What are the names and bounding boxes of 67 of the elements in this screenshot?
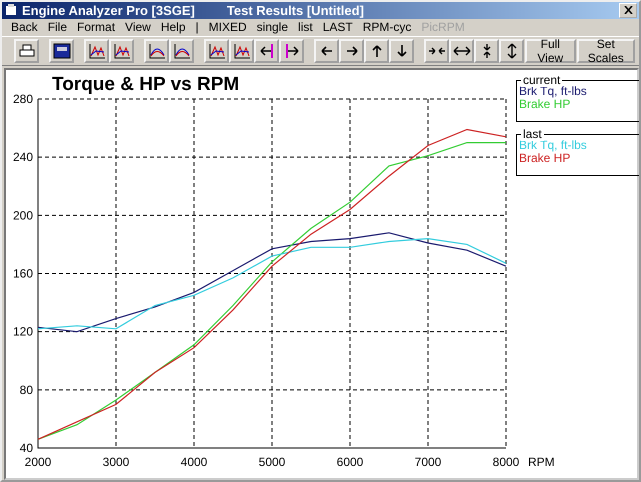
expand-horizontal-button[interactable] xyxy=(449,39,474,63)
chart-button[interactable] xyxy=(204,39,229,63)
legend-entry: Brk Tq, ft-lbs xyxy=(519,85,588,98)
arrow-left-button[interactable] xyxy=(314,39,339,63)
chart-button[interactable] xyxy=(109,39,134,63)
chart-button[interactable] xyxy=(229,39,254,63)
printer-icon xyxy=(18,43,36,59)
x-tick-label: 2000 xyxy=(24,455,52,469)
legend-entry: Brake HP xyxy=(519,98,572,111)
chart-button[interactable] xyxy=(84,39,109,63)
chart-icon xyxy=(208,43,226,59)
compress-horizontal-button[interactable] xyxy=(424,39,449,63)
menu-item[interactable]: list xyxy=(293,20,318,34)
y-tick-label: 120 xyxy=(12,324,33,339)
close-button[interactable] xyxy=(619,2,637,18)
legend-entry: Brake HP xyxy=(519,152,572,165)
expand-vertical-button[interactable] xyxy=(499,39,524,63)
menu-item[interactable]: single xyxy=(252,20,294,34)
x-tick-label: 4000 xyxy=(180,455,208,469)
x-tick-label: 6000 xyxy=(336,455,364,469)
toolbar-button[interactable]: Set Scales xyxy=(576,39,635,63)
y-tick-label: 40 xyxy=(20,441,33,455)
arrow-down-button[interactable] xyxy=(389,39,414,63)
menu-item[interactable]: MIXED xyxy=(204,20,252,34)
legend-title: last xyxy=(521,127,544,141)
curve-icon xyxy=(148,43,166,59)
y-tick-label: 240 xyxy=(12,150,33,164)
bar-right-button[interactable] xyxy=(279,39,304,63)
arrow-up-button[interactable] xyxy=(364,39,389,63)
x-tick-label: 3000 xyxy=(102,455,130,469)
menu-item[interactable]: LAST xyxy=(318,20,358,34)
menu-item[interactable]: Format xyxy=(72,20,120,34)
curve-button[interactable] xyxy=(169,39,194,63)
arrow-right-button[interactable] xyxy=(339,39,364,63)
menu-item[interactable]: | xyxy=(190,20,204,34)
menu-item[interactable]: File xyxy=(42,20,72,34)
menu-item[interactable]: Help xyxy=(156,20,191,34)
y-tick-label: 160 xyxy=(12,266,33,280)
y-tick-label: 280 xyxy=(12,92,33,106)
x-tick-label: 7000 xyxy=(414,455,442,469)
window-subtitle: Test Results [Untitled] xyxy=(226,2,364,18)
printer-button[interactable] xyxy=(14,39,39,63)
y-tick-label: 80 xyxy=(20,382,33,397)
bar-left-button[interactable] xyxy=(254,39,279,63)
menu-item[interactable]: Back xyxy=(6,20,43,34)
x-axis-label: RPM xyxy=(528,455,555,469)
toolbar-button[interactable]: Full View xyxy=(525,39,576,63)
x-tick-label: 5000 xyxy=(258,455,286,469)
compress-vertical-button[interactable] xyxy=(474,39,499,63)
legend-title: current xyxy=(521,73,562,87)
monitor-icon xyxy=(52,43,70,59)
window-title: Engine Analyzer Pro [3SGE] xyxy=(22,2,195,18)
bar-left-icon xyxy=(258,43,276,59)
y-tick-label: 200 xyxy=(12,208,33,222)
chart-icon xyxy=(88,43,106,59)
legend-entry: Brk Tq, ft-lbs xyxy=(519,139,588,152)
x-tick-label: 8000 xyxy=(492,455,520,469)
chart-icon xyxy=(232,43,250,59)
monitor-button[interactable] xyxy=(49,39,74,63)
close-icon xyxy=(624,6,632,14)
curve-button[interactable] xyxy=(144,39,169,63)
menu-item[interactable]: RPM-cyc xyxy=(358,20,416,34)
chart-icon xyxy=(112,43,130,59)
app-icon xyxy=(4,3,18,18)
chart-title: Torque & HP vs RPM xyxy=(52,74,240,95)
curve-icon xyxy=(172,43,190,59)
menu-item[interactable]: View xyxy=(120,20,156,34)
